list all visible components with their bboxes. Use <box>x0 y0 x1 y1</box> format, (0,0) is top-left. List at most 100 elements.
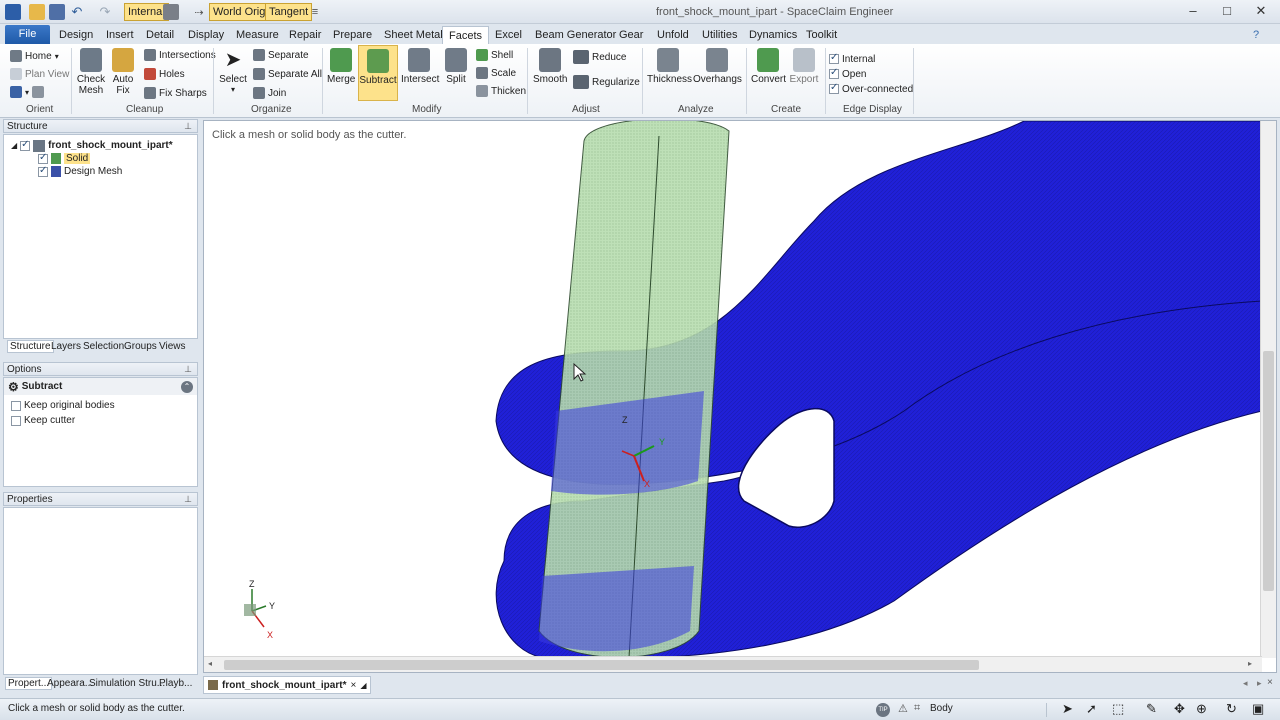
visibility-checkbox[interactable] <box>20 139 31 151</box>
tab-excel[interactable]: Excel <box>495 26 522 44</box>
tab-display[interactable]: Display <box>188 26 224 44</box>
internal-edges-checkbox[interactable]: Internal <box>829 51 875 67</box>
tab-appearance[interactable]: Appeara... <box>47 678 93 689</box>
scroll-left-icon[interactable]: ◂ <box>208 659 212 668</box>
intersections-button[interactable]: Intersections <box>144 47 216 63</box>
tips-icon[interactable]: TIP <box>876 703 890 717</box>
pin-icon[interactable]: ⊥ <box>184 363 192 376</box>
tab-sheet-metal[interactable]: Sheet Metal <box>384 26 443 44</box>
save-icon[interactable] <box>48 3 66 21</box>
model-scene[interactable]: Z Y X Z Y X <box>204 121 1262 658</box>
help-icon[interactable]: ? <box>1253 26 1259 44</box>
shell-button[interactable]: Shell <box>476 47 513 63</box>
check-mesh-button[interactable]: Check Mesh <box>76 48 106 96</box>
regularize-button[interactable]: Regularize <box>573 74 640 90</box>
thickness-button[interactable]: Thickness <box>647 48 692 85</box>
pen-icon[interactable]: ✎ <box>1146 701 1157 717</box>
maximize-icon[interactable]: □ <box>1212 2 1242 20</box>
horizontal-scrollbar[interactable]: ◂ ▸ <box>204 656 1262 672</box>
box-select-icon[interactable]: ⬚ <box>1112 701 1124 717</box>
smooth-button[interactable]: Smooth <box>533 48 567 85</box>
tab-scroll-left-icon[interactable]: ◂ <box>1243 678 1248 689</box>
open-icon[interactable] <box>28 3 46 21</box>
tab-design[interactable]: Design <box>59 26 93 44</box>
tab-groups[interactable]: Groups <box>124 341 157 352</box>
tab-insert[interactable]: Insert <box>106 26 134 44</box>
display-style-icon[interactable] <box>162 3 180 21</box>
thicken-button[interactable]: Thicken <box>476 83 526 99</box>
customize-qat-icon[interactable]: ≡ <box>308 3 322 21</box>
close-document-icon[interactable]: × <box>1267 677 1273 688</box>
visibility-checkbox[interactable] <box>38 165 48 177</box>
reduce-button[interactable]: Reduce <box>573 49 626 65</box>
selection-type[interactable]: Body <box>930 703 953 714</box>
tree-item-solid[interactable]: Solid <box>38 152 91 165</box>
minimize-icon[interactable]: – <box>1178 2 1208 20</box>
scale-button[interactable]: Scale <box>476 65 516 81</box>
merge-button[interactable]: Merge <box>327 48 355 85</box>
close-tab-icon[interactable]: × <box>350 680 356 691</box>
pin-icon[interactable]: ⊥ <box>184 493 192 506</box>
tree-item-design-mesh[interactable]: Design Mesh <box>38 165 122 178</box>
tab-scroll-right-icon[interactable]: ▸ <box>1257 678 1262 689</box>
tab-file[interactable]: File <box>5 25 50 44</box>
tab-detail[interactable]: Detail <box>146 26 174 44</box>
warning-icon[interactable]: ⚠ <box>898 702 908 715</box>
select-mode-icon[interactable]: ➤ <box>1062 701 1073 717</box>
tab-simulation-structure[interactable]: Simulation Stru... <box>89 678 165 689</box>
undo-icon[interactable]: ↶ <box>68 3 86 21</box>
fix-sharps-button[interactable]: Fix Sharps <box>144 85 207 101</box>
tangent-toggle[interactable]: Tangent <box>265 3 313 21</box>
zoom-icon[interactable]: ⊕ <box>1196 701 1207 717</box>
tab-beam-generator[interactable]: Beam Generator <box>535 26 616 44</box>
convert-button[interactable]: Convert <box>751 48 786 85</box>
tab-measure[interactable]: Measure <box>236 26 279 44</box>
over-connected-edges-checkbox[interactable]: Over-connected <box>829 81 913 97</box>
tab-repair[interactable]: Repair <box>289 26 321 44</box>
vertical-scroll-thumb[interactable] <box>1263 351 1274 591</box>
holes-button[interactable]: Holes <box>144 66 185 82</box>
subtract-button[interactable]: Subtract <box>358 45 398 101</box>
collapse-icon[interactable]: ⌃ <box>181 381 193 393</box>
select-button[interactable]: ➤ Select ▾ <box>219 48 247 94</box>
tab-playback[interactable]: Playb... <box>159 678 192 689</box>
tab-menu-icon[interactable]: ◢ <box>360 681 366 690</box>
visibility-checkbox[interactable] <box>38 152 48 164</box>
tab-layers[interactable]: Layers <box>51 341 81 352</box>
rotate-icon[interactable]: ↻ <box>1226 701 1237 717</box>
separate-all-button[interactable]: Separate All <box>253 66 322 82</box>
tab-facets[interactable]: Facets <box>442 26 490 44</box>
fit-view-icon[interactable]: ▣ <box>1252 701 1264 717</box>
vertical-scrollbar[interactable] <box>1260 121 1276 658</box>
open-edges-checkbox[interactable]: Open <box>829 66 866 82</box>
export-button[interactable]: Export <box>788 48 820 85</box>
3d-viewport[interactable]: Z Y X Z Y X Click a mesh or solid body a… <box>203 120 1277 673</box>
split-button[interactable]: Split <box>443 48 469 85</box>
snap-icon[interactable]: ⇢ <box>190 3 208 21</box>
pin-icon[interactable]: ⊥ <box>184 120 192 133</box>
intersect-button[interactable]: Intersect <box>401 48 439 85</box>
keep-original-bodies-option[interactable]: Keep original bodies <box>11 399 115 412</box>
collapse-icon[interactable]: ◢ <box>11 141 17 150</box>
tab-dynamics[interactable]: Dynamics <box>749 26 797 44</box>
horizontal-scroll-thumb[interactable] <box>224 660 979 670</box>
tab-unfold[interactable]: Unfold <box>657 26 689 44</box>
separate-button[interactable]: Separate <box>253 47 309 63</box>
tab-gear[interactable]: Gear <box>619 26 643 44</box>
tab-properties[interactable]: Propert... <box>5 677 53 690</box>
auto-fix-button[interactable]: Auto Fix <box>110 48 136 96</box>
tab-structure[interactable]: Structure <box>7 340 54 353</box>
scroll-right-icon[interactable]: ▸ <box>1248 659 1252 668</box>
redo-icon[interactable]: ↷ <box>96 3 114 21</box>
app-icon[interactable] <box>4 3 22 21</box>
tab-toolkit[interactable]: Toolkit <box>806 26 837 44</box>
keep-cutter-option[interactable]: Keep cutter <box>11 414 75 427</box>
tab-prepare[interactable]: Prepare <box>333 26 372 44</box>
tab-views[interactable]: Views <box>159 341 186 352</box>
tab-utilities[interactable]: Utilities <box>702 26 737 44</box>
overhangs-button[interactable]: Overhangs <box>693 48 742 85</box>
tree-root[interactable]: ◢front_shock_mount_ipart* <box>11 139 173 152</box>
close-icon[interactable]: ✕ <box>1246 2 1276 20</box>
pointer-icon[interactable]: ➚ <box>1086 701 1097 717</box>
plan-view-button[interactable]: Plan View <box>10 66 69 82</box>
